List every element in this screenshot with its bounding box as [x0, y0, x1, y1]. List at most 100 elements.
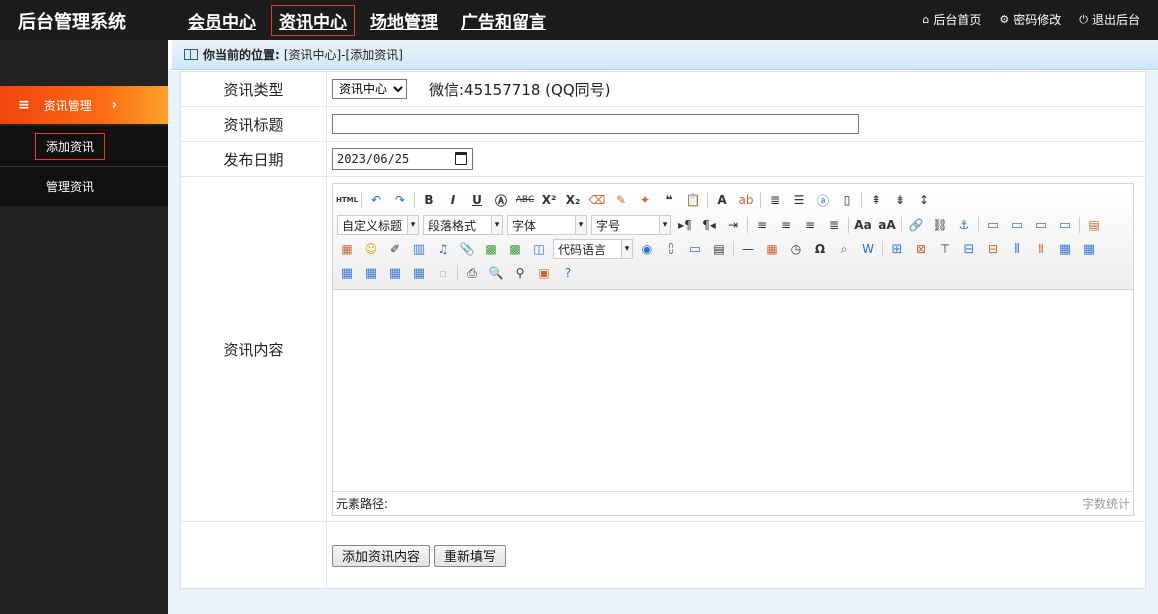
superscript-icon[interactable]: X² [539, 190, 559, 210]
reset-button[interactable]: 重新填写 [434, 544, 507, 567]
admin-home-link[interactable]: ⌂ 后台首页 [922, 11, 981, 28]
title-input[interactable] [332, 114, 859, 134]
special-chars-icon[interactable]: Ω [810, 239, 830, 259]
rtl-icon[interactable]: ¶◂ [699, 215, 719, 235]
time-icon[interactable]: ◷ [786, 239, 806, 259]
select-all-icon[interactable]: ⓐ [813, 190, 833, 210]
nav-ads-messages[interactable]: 广告和留言 [453, 5, 554, 36]
italic-icon[interactable]: I [443, 190, 463, 210]
template-icon[interactable]: ▤ [709, 239, 729, 259]
background-color-icon[interactable]: ab [736, 190, 756, 210]
date-icon[interactable]: ▦ [762, 239, 782, 259]
background-icon[interactable]: ▭ [685, 239, 705, 259]
web-app-icon[interactable]: ◉ [637, 239, 657, 259]
delete-table-icon[interactable]: ⊠ [911, 239, 931, 259]
redo-icon[interactable]: ↷ [390, 190, 410, 210]
format-brush-icon[interactable]: ✎ [611, 190, 631, 210]
image-left-icon[interactable]: ▭ [1007, 215, 1027, 235]
undo-icon[interactable]: ↶ [366, 190, 386, 210]
draft-icon[interactable]: ▣ [534, 263, 554, 283]
print-icon[interactable]: ⎙ [462, 263, 482, 283]
split-cells-icon[interactable]: ▦ [361, 263, 381, 283]
subscript-icon[interactable]: X₂ [563, 190, 583, 210]
paste-plain-icon[interactable]: 📋 [683, 190, 703, 210]
insert-frame-icon[interactable]: ◫ [529, 239, 549, 259]
anchor-icon[interactable]: ⚓ [954, 215, 974, 235]
scrawl-icon[interactable]: ✐ [385, 239, 405, 259]
uppercase-icon[interactable]: Aa [853, 215, 873, 235]
insert-table-icon[interactable]: ⊞ [887, 239, 907, 259]
custom-title-dropdown[interactable]: 自定义标题 [337, 215, 419, 235]
font-size-dropdown[interactable]: 字号 [591, 215, 671, 235]
code-language-dropdown[interactable]: 代码语言 [553, 239, 633, 259]
multi-image-icon[interactable]: ▦ [337, 239, 357, 259]
unordered-list-icon[interactable]: ☰ [789, 190, 809, 210]
help-icon[interactable]: ? [558, 263, 578, 283]
row-spacing-bottom-icon[interactable]: ⇟ [890, 190, 910, 210]
gmap-icon[interactable]: ▩ [505, 239, 525, 259]
lowercase-icon[interactable]: aA [877, 215, 897, 235]
font-color-icon[interactable]: A [712, 190, 732, 210]
image-right-icon[interactable]: ▭ [1031, 215, 1051, 235]
underline-icon[interactable]: U [467, 190, 487, 210]
insert-image-icon[interactable]: ▤ [1084, 215, 1104, 235]
paragraph-format-dropdown[interactable]: 段落格式 [423, 215, 503, 235]
split-rows-icon[interactable]: ▦ [385, 263, 405, 283]
line-height-icon[interactable]: ↕ [914, 190, 934, 210]
image-none-icon[interactable]: ▭ [983, 215, 1003, 235]
word-image-icon[interactable]: W [858, 239, 878, 259]
preview-icon[interactable]: 🔍 [486, 263, 506, 283]
music-icon[interactable]: ♫ [433, 239, 453, 259]
submit-button[interactable]: 添加资讯内容 [332, 544, 431, 567]
map-icon[interactable]: ▩ [481, 239, 501, 259]
eraser-icon[interactable]: ⌫ [587, 190, 607, 210]
chart-icon[interactable]: ▫ [433, 263, 453, 283]
attachment-icon[interactable]: 📎 [457, 239, 477, 259]
category-select[interactable]: 资讯中心 [332, 79, 407, 99]
sidebar-item-manage-news[interactable]: 管理资讯 [0, 166, 168, 206]
nav-venue-management[interactable]: 场地管理 [362, 5, 446, 36]
strikethrough-icon[interactable]: ABC [515, 190, 535, 210]
row-spacing-top-icon[interactable]: ⇞ [866, 190, 886, 210]
image-center-icon[interactable]: ▭ [1055, 215, 1075, 235]
page-break-icon[interactable]: ⩇ [661, 239, 681, 259]
align-center-icon[interactable]: ≡ [776, 215, 796, 235]
nav-member-center[interactable]: 会员中心 [180, 5, 264, 36]
calendar-icon[interactable] [455, 152, 467, 165]
auto-format-icon[interactable]: ✦ [635, 190, 655, 210]
emotion-icon[interactable]: ☺ [361, 239, 381, 259]
insert-col-icon[interactable]: ⫴ [1007, 239, 1027, 259]
font-border-icon[interactable]: Ⓐ [491, 190, 511, 210]
delete-col-icon[interactable]: ⫴ [1031, 239, 1051, 259]
clear-doc-icon[interactable]: ▯ [837, 190, 857, 210]
merge-right-icon[interactable]: ▦ [1079, 239, 1099, 259]
date-input[interactable]: 2023/06/25 [332, 148, 473, 170]
sidebar-section-news-management[interactable]: ≡ 资讯管理 › [0, 86, 168, 124]
delete-row-icon[interactable]: ⊟ [983, 239, 1003, 259]
search-replace-icon[interactable]: ⌕ [834, 239, 854, 259]
unlink-icon[interactable]: ⛓ [930, 215, 950, 235]
nav-news-center[interactable]: 资讯中心 [271, 5, 355, 36]
video-icon[interactable]: ▥ [409, 239, 429, 259]
merge-down-icon[interactable]: ▦ [337, 263, 357, 283]
sidebar-item-add-news[interactable]: 添加资讯 [0, 126, 168, 166]
ltr-icon[interactable]: ▸¶ [675, 215, 695, 235]
change-password-link[interactable]: ⚙ 密码修改 [999, 11, 1061, 28]
search-icon[interactable]: ⚲ [510, 263, 530, 283]
merge-cells-icon[interactable]: ▦ [1055, 239, 1075, 259]
bold-icon[interactable]: B [419, 190, 439, 210]
horizontal-rule-icon[interactable]: — [738, 239, 758, 259]
editor-content-area[interactable] [333, 290, 1133, 491]
ordered-list-icon[interactable]: ≣ [765, 190, 785, 210]
insert-paragraph-before-table-icon[interactable]: ⊤ [935, 239, 955, 259]
indent-icon[interactable]: ⇥ [723, 215, 743, 235]
align-left-icon[interactable]: ≡ [752, 215, 772, 235]
split-cols-icon[interactable]: ▦ [409, 263, 429, 283]
insert-row-icon[interactable]: ⊟ [959, 239, 979, 259]
align-right-icon[interactable]: ≡ [800, 215, 820, 235]
link-icon[interactable]: 🔗 [906, 215, 926, 235]
html-source-icon[interactable]: HTML [336, 190, 358, 210]
font-family-dropdown[interactable]: 字体 [507, 215, 587, 235]
logout-link[interactable]: ⏻ 退出后台 [1079, 11, 1140, 28]
blockquote-icon[interactable]: ❝ [659, 190, 679, 210]
